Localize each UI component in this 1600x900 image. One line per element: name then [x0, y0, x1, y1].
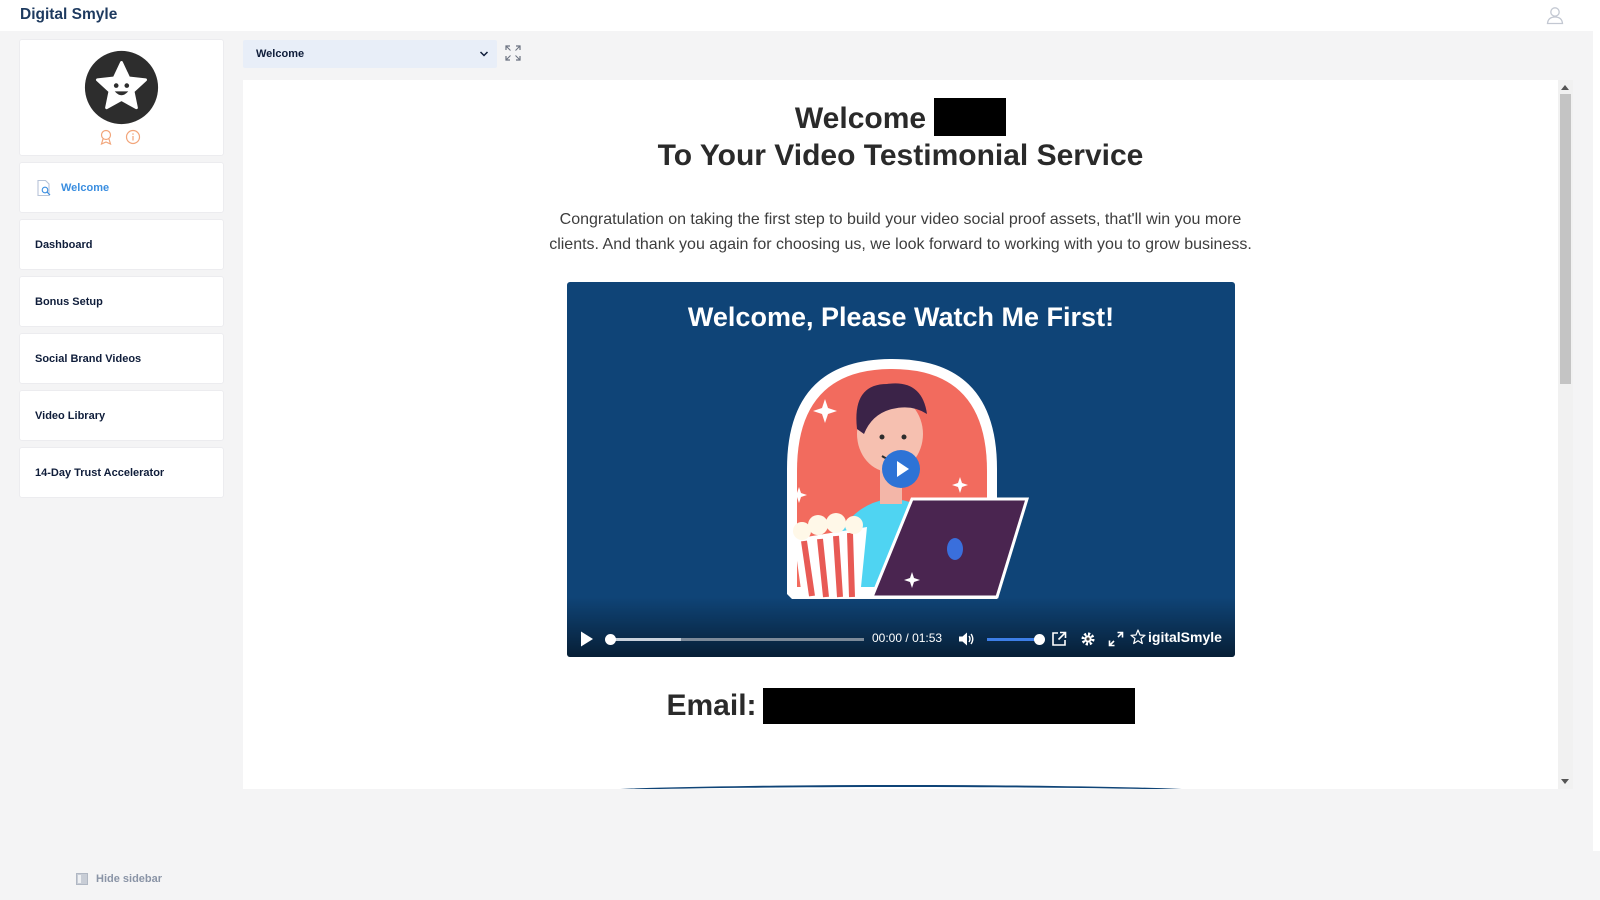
redacted-email: [762, 688, 1135, 725]
sidebar-item-bonus-setup[interactable]: Bonus Setup: [19, 276, 224, 327]
intro-text: Congratulation on taking the first step …: [243, 207, 1558, 257]
email-label: Email:: [666, 689, 757, 723]
progress-buffered: [610, 638, 682, 641]
sidebar-item-label: 14-Day Trust Accelerator: [35, 466, 165, 479]
user-icon[interactable]: [1545, 5, 1565, 25]
sidebar-item-label: Welcome: [61, 181, 110, 194]
sidebar-item-trust-accelerator[interactable]: 14-Day Trust Accelerator: [19, 447, 224, 498]
page-select-value: Welcome: [256, 48, 305, 60]
main-content: Welcome To Your Video Testimonial Servic…: [243, 80, 1558, 789]
next-section-edge: [577, 785, 1225, 789]
sidebar-item-social-brand-videos[interactable]: Social Brand Videos: [19, 333, 224, 384]
page-select[interactable]: Welcome: [243, 40, 497, 68]
sidebar-item-label: Dashboard: [35, 238, 93, 251]
chevron-down-icon: [479, 51, 489, 57]
video-player[interactable]: Welcome, Please Watch Me First! 00:00 / …: [567, 282, 1235, 657]
welcome-heading-text: Welcome: [794, 101, 927, 135]
popout-icon[interactable]: [1051, 631, 1067, 647]
video-controls: 00:00 / 01:53 igitalSmyle: [567, 597, 1235, 657]
page-search-icon: [37, 179, 51, 196]
volume-slider[interactable]: [987, 638, 1041, 641]
info-icon[interactable]: [125, 129, 141, 145]
top-bar: Digital Smyle: [0, 0, 1600, 31]
badge-icon[interactable]: [98, 129, 114, 146]
duration: 01:53: [912, 631, 943, 645]
time-display: 00:00 / 01:53: [872, 631, 942, 645]
volume-handle[interactable]: [1034, 634, 1045, 645]
expand-icon[interactable]: [505, 45, 521, 61]
brand-name[interactable]: Digital Smyle: [20, 6, 117, 24]
fullscreen-icon[interactable]: [1108, 631, 1124, 647]
window-edge: [1593, 31, 1600, 851]
scroll-up-arrow-icon[interactable]: [1561, 85, 1569, 90]
play-icon[interactable]: [579, 630, 595, 648]
sidebar-toggle-icon: [76, 873, 88, 885]
video-title: Welcome, Please Watch Me First!: [687, 302, 1115, 332]
progress-handle[interactable]: [605, 634, 616, 645]
brand-watermark[interactable]: igitalSmyle: [1130, 629, 1222, 645]
sidebar-item-dashboard[interactable]: Dashboard: [19, 219, 224, 270]
service-heading: To Your Video Testimonial Service: [657, 139, 1144, 172]
sidebar-logo-card: [19, 39, 224, 156]
scroll-thumb[interactable]: [1560, 94, 1571, 384]
volume-icon[interactable]: [958, 631, 975, 647]
progress-bar[interactable]: [610, 638, 864, 641]
sidebar-item-video-library[interactable]: Video Library: [19, 390, 224, 441]
redacted-name: [934, 98, 1007, 136]
sidebar-item-label: Video Library: [35, 409, 106, 422]
watermark-text: igitalSmyle: [1148, 629, 1222, 645]
email-line: Email:: [243, 688, 1558, 725]
star-smiley-logo-icon: [84, 50, 159, 125]
scroll-down-arrow-icon[interactable]: [1561, 779, 1569, 784]
hide-sidebar-button[interactable]: Hide sidebar: [76, 873, 162, 885]
play-overlay-icon[interactable]: [881, 449, 921, 489]
gear-icon[interactable]: [1080, 631, 1096, 647]
content-scrollbar[interactable]: [1558, 80, 1573, 789]
sidebar-item-welcome[interactable]: Welcome: [19, 162, 224, 213]
intro-line-1: Congratulation on taking the first step …: [559, 211, 1242, 228]
current-time: 00:00: [872, 631, 903, 645]
sidebar-item-label: Social Brand Videos: [35, 352, 142, 365]
sidebar-item-label: Bonus Setup: [35, 295, 103, 308]
time-separator: /: [905, 631, 909, 645]
star-logo-icon: [1130, 629, 1146, 645]
intro-line-2: clients. And thank you again for choosin…: [549, 236, 1252, 253]
hide-sidebar-label: Hide sidebar: [96, 873, 163, 885]
welcome-heading: Welcome: [243, 98, 1558, 139]
